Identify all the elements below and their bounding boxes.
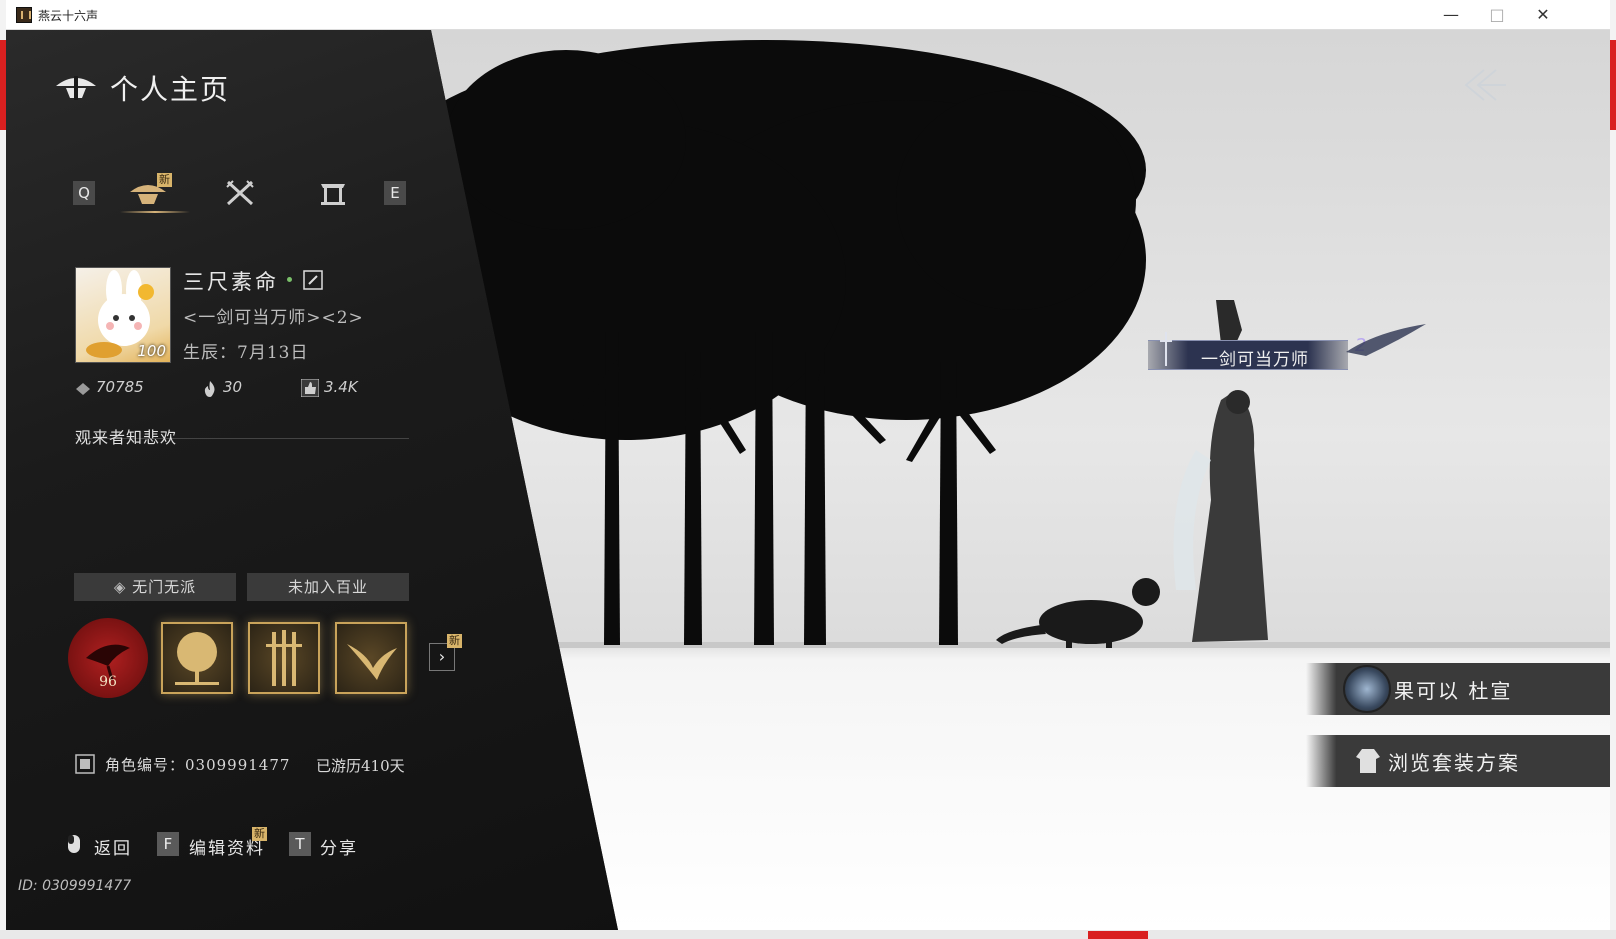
sword-icon bbox=[1160, 332, 1172, 366]
background-window-edge bbox=[1610, 40, 1616, 130]
badge-swallow[interactable] bbox=[335, 622, 407, 694]
stat-score: 70785 bbox=[96, 378, 144, 396]
player-id: ID: 0309991477 bbox=[18, 878, 132, 894]
back-chevron-icon bbox=[1464, 69, 1506, 101]
sect-icon: ◈ bbox=[113, 578, 133, 596]
page-title: 个人主页 bbox=[110, 73, 231, 106]
player-title: <一剑可当万师><2> bbox=[183, 308, 364, 328]
edit-name-icon[interactable] bbox=[303, 270, 323, 290]
profession-tag[interactable]: 未加入百业 bbox=[247, 573, 409, 601]
game-viewport: 个人主页 Q 新 E 100 三尺素命 <一剑可当万师><2> 生辰：7月13日… bbox=[6, 30, 1610, 930]
screen: 燕云十六声 — □ ✕ 个人主页 Q 新 E 100 三尺素命 <一剑可当万师>… bbox=[0, 0, 1616, 939]
travel-days: 已游历410天 bbox=[316, 757, 405, 775]
sect-label: 无门无派 bbox=[132, 578, 197, 596]
online-status-dot bbox=[287, 277, 292, 282]
seal-badge[interactable]: 96 bbox=[68, 618, 148, 698]
sect-tag[interactable]: ◈ 无门无派 bbox=[74, 573, 236, 601]
role-id: 角色编号：0309991477 bbox=[105, 756, 291, 774]
maximize-button[interactable]: □ bbox=[1474, 0, 1520, 30]
stat-fire: 30 bbox=[223, 378, 243, 396]
player-birthday: 生辰：7月13日 bbox=[183, 343, 309, 363]
mouse-icon bbox=[68, 835, 80, 853]
cat-silhouette bbox=[996, 578, 1160, 648]
close-button[interactable]: ✕ bbox=[1520, 0, 1566, 30]
outfit-button[interactable]: 果可以 杜宣 bbox=[1306, 663, 1610, 715]
swallow-badge-icon bbox=[347, 644, 397, 680]
background-window-edge bbox=[1088, 931, 1148, 939]
share-button[interactable]: 分享 bbox=[320, 834, 358, 859]
tab-new-badge: 新 bbox=[157, 173, 172, 187]
edit-key: F bbox=[157, 832, 179, 856]
player-motto: 观来者知悲欢 bbox=[75, 428, 178, 447]
tab-prev-key[interactable]: Q bbox=[73, 181, 95, 205]
browse-outfits-label: 浏览套装方案 bbox=[1388, 751, 1520, 775]
tab-active-underline bbox=[120, 211, 190, 213]
lantern-icon bbox=[56, 76, 96, 100]
outfit-avatar-icon bbox=[1343, 665, 1391, 713]
stat-likes: 3.4K bbox=[324, 378, 358, 396]
tab-combat[interactable] bbox=[225, 179, 255, 207]
score-icon bbox=[76, 383, 90, 395]
background-window-edge bbox=[0, 930, 1616, 939]
back-button[interactable]: 返回 bbox=[94, 834, 132, 859]
seal-value: 96 bbox=[99, 674, 117, 690]
minimize-button[interactable]: — bbox=[1428, 0, 1474, 30]
avatar[interactable]: 100 bbox=[75, 267, 171, 363]
share-key: T bbox=[289, 832, 311, 856]
title-banner-label: 一剑可当万师 bbox=[1201, 350, 1309, 370]
avatar-level: 100 bbox=[137, 342, 166, 360]
swords-badge-icon bbox=[266, 630, 302, 686]
edit-new-badge: 新 bbox=[252, 827, 267, 841]
robe-icon bbox=[1356, 749, 1380, 773]
badge-swords[interactable] bbox=[248, 622, 320, 694]
banner-wing-icon bbox=[1346, 324, 1426, 356]
outfit-label: 果可以 杜宣 bbox=[1394, 679, 1513, 703]
tab-residence[interactable] bbox=[319, 180, 347, 206]
id-card-icon bbox=[75, 754, 95, 774]
badges-new-badge: 新 bbox=[447, 634, 462, 648]
window-titlebar: 燕云十六声 — □ ✕ bbox=[6, 0, 1610, 30]
fire-icon bbox=[204, 381, 215, 397]
tree-badge-icon bbox=[175, 632, 219, 685]
tab-next-key[interactable]: E bbox=[384, 181, 406, 205]
player-name: 三尺素命 bbox=[183, 270, 279, 294]
window-title: 燕云十六声 bbox=[38, 9, 99, 23]
like-icon bbox=[301, 379, 319, 397]
app-icon bbox=[16, 7, 32, 23]
browse-outfits-button[interactable]: 浏览套装方案 bbox=[1306, 735, 1610, 787]
badge-tree[interactable] bbox=[161, 622, 233, 694]
